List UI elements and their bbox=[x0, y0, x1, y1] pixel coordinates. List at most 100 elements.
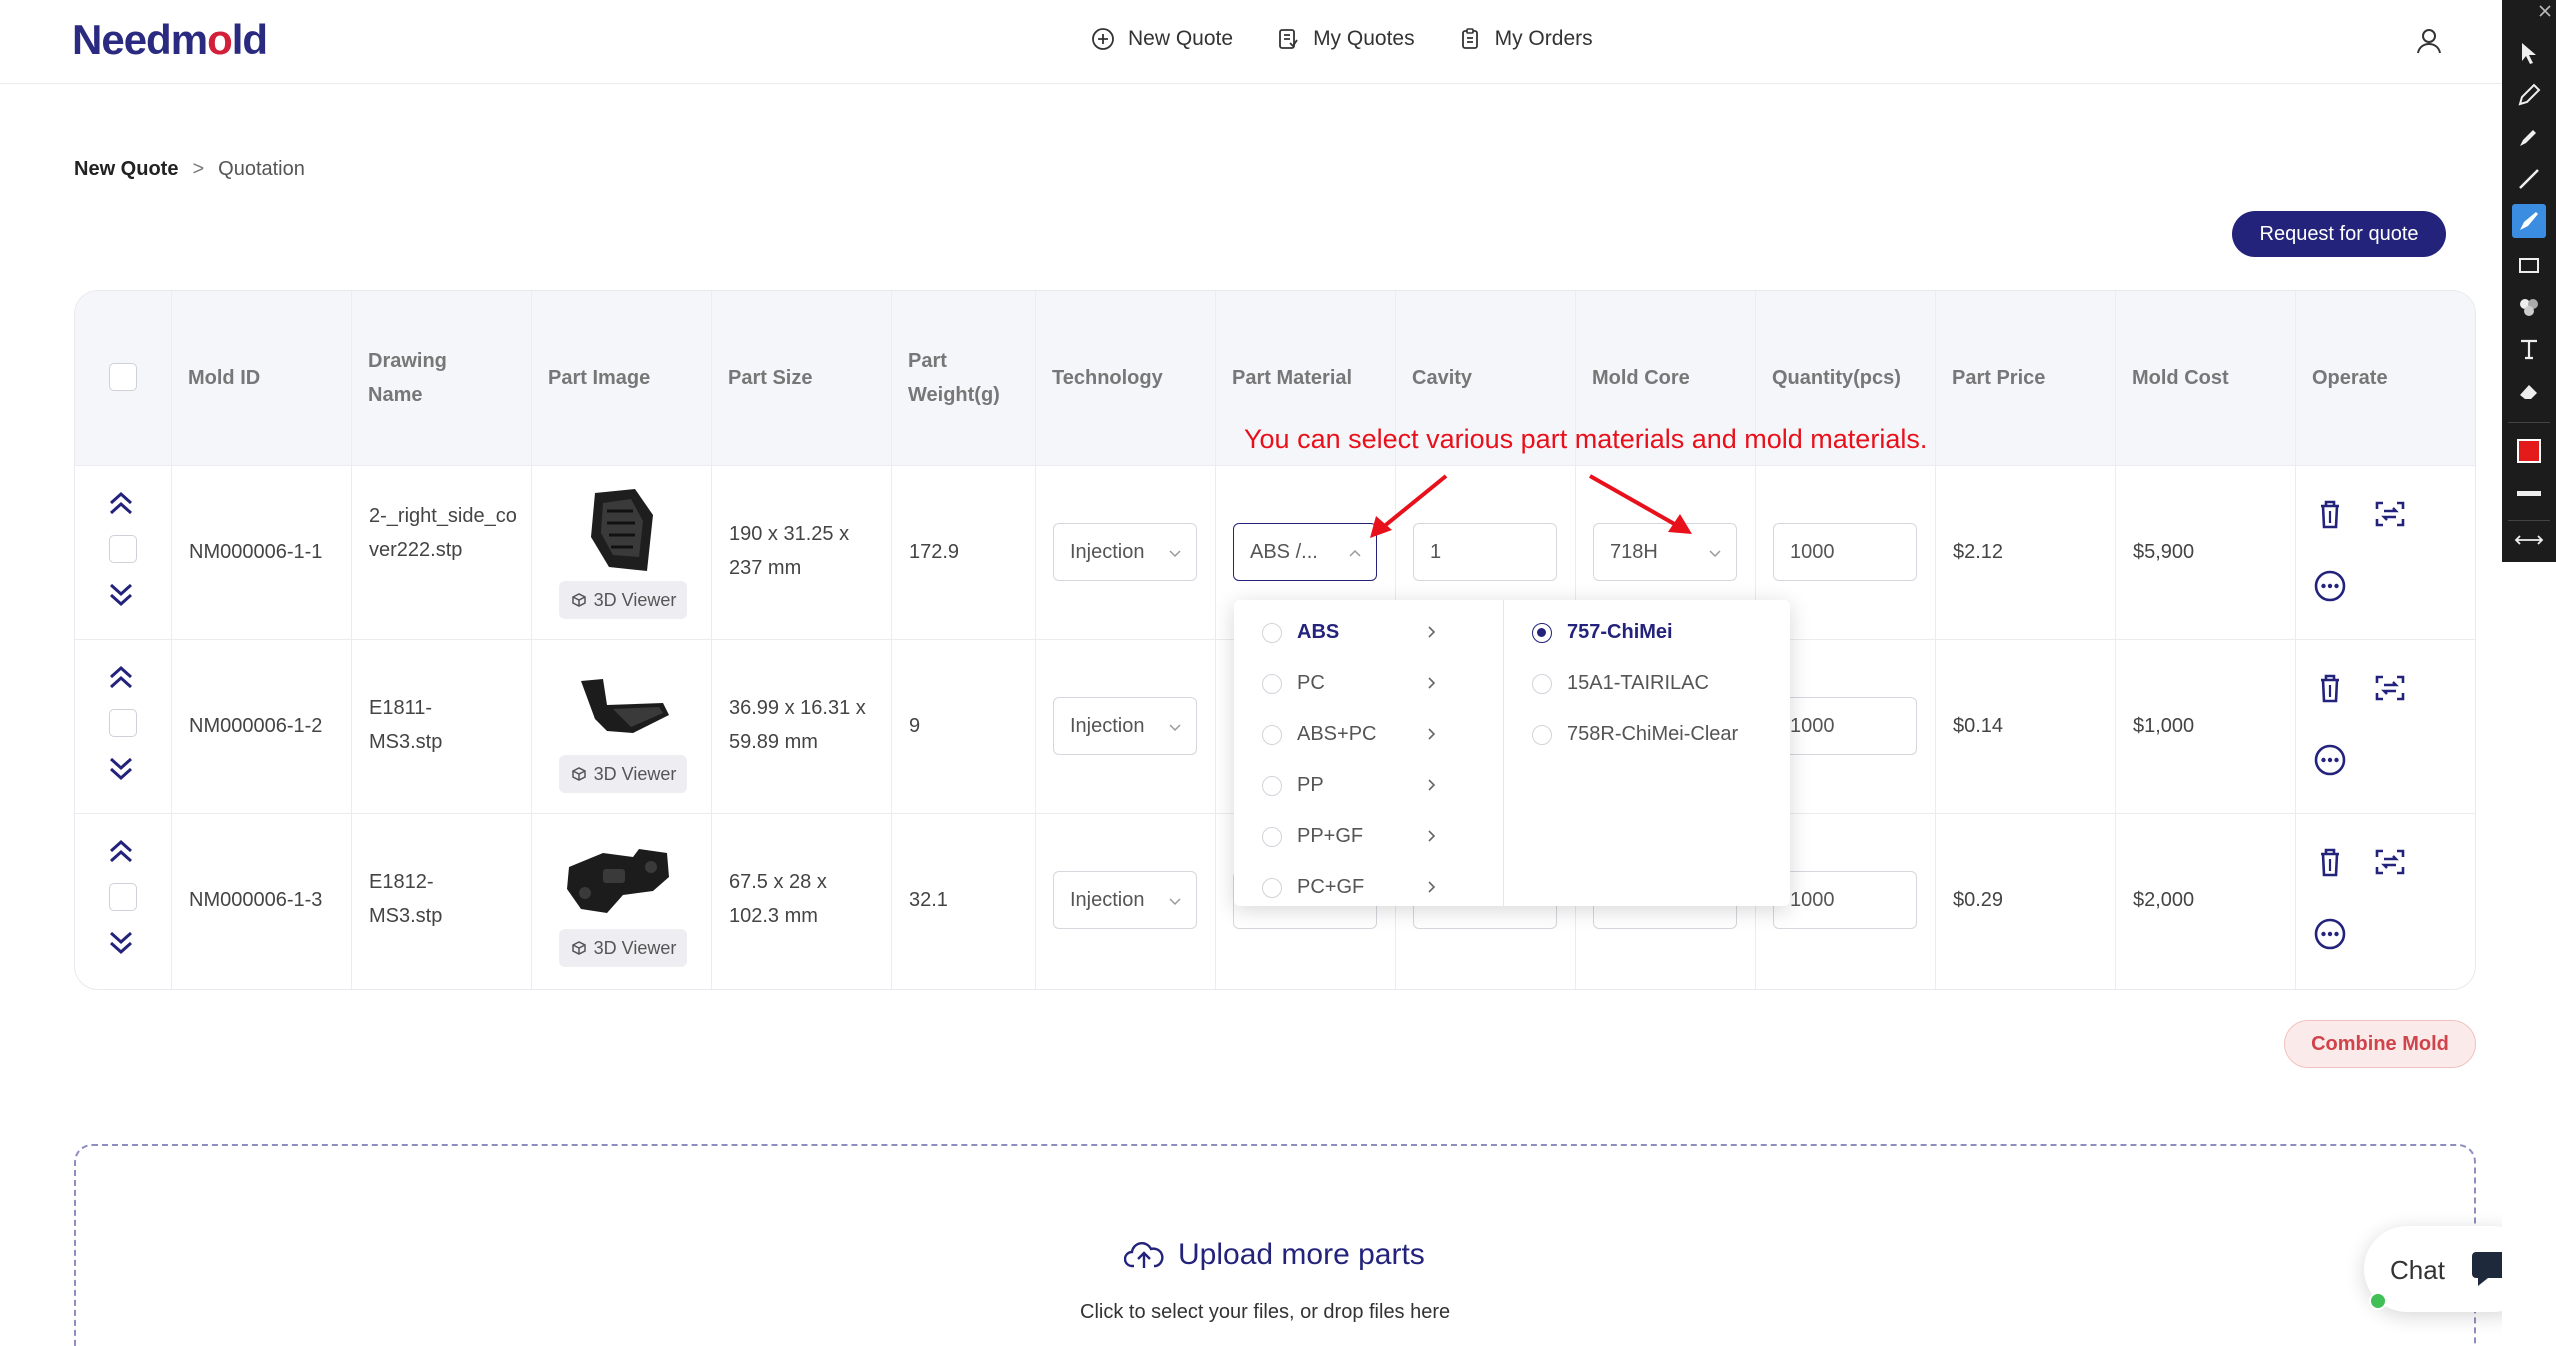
technology-select[interactable]: Injection bbox=[1053, 523, 1197, 581]
nav-my-orders[interactable]: My Orders bbox=[1457, 26, 1593, 52]
header-part-price: Part Price bbox=[1952, 367, 2046, 389]
material-option-abs-pc[interactable]: ABS+PC bbox=[1234, 709, 1503, 760]
technology-value: Injection bbox=[1070, 888, 1145, 911]
mold-cost: $5,900 bbox=[2133, 541, 2195, 563]
quantity-input[interactable]: 1000 bbox=[1773, 697, 1917, 755]
stroke-width[interactable] bbox=[2512, 476, 2546, 510]
3d-viewer-button[interactable]: 3D Viewer bbox=[559, 929, 687, 967]
delete-icon[interactable] bbox=[2313, 845, 2347, 879]
part-weight: 172.9 bbox=[909, 541, 960, 563]
chat-label[interactable]: Chat bbox=[2390, 1255, 2445, 1286]
grade-label: 758R-ChiMei-Clear bbox=[1567, 723, 1739, 745]
eraser-tool[interactable] bbox=[2512, 374, 2546, 408]
part-size: 190 x 31.25 x 237 mm bbox=[729, 523, 850, 579]
header-drawing-name: Drawing Name bbox=[368, 350, 447, 406]
move-up-icon[interactable] bbox=[105, 661, 137, 691]
3d-viewer-button[interactable]: 3D Viewer bbox=[559, 755, 687, 793]
move-toolbar-handle[interactable] bbox=[2512, 526, 2546, 554]
3d-viewer-label: 3D Viewer bbox=[593, 937, 677, 958]
material-label: PP+GF bbox=[1297, 825, 1364, 847]
drawing-name: 2-_right_side_cover222.stp bbox=[369, 505, 517, 561]
material-option-abs[interactable]: ABS bbox=[1234, 607, 1503, 658]
cube-icon bbox=[571, 767, 586, 781]
more-icon[interactable] bbox=[2313, 569, 2347, 603]
part-material-select[interactable]: ABS /... bbox=[1233, 523, 1377, 581]
technology-select[interactable]: Injection bbox=[1053, 697, 1197, 755]
select-all-checkbox[interactable] bbox=[109, 363, 137, 391]
delete-icon[interactable] bbox=[2313, 671, 2347, 705]
row-checkbox[interactable] bbox=[109, 535, 137, 563]
blur-tool[interactable] bbox=[2512, 290, 2546, 324]
move-up-icon[interactable] bbox=[105, 487, 137, 517]
stroke-swatch bbox=[2517, 490, 2541, 496]
header-part-weight: Part Weight(g) bbox=[908, 350, 1000, 406]
breadcrumb-root[interactable]: New Quote bbox=[74, 158, 178, 181]
row-checkbox[interactable] bbox=[109, 883, 137, 911]
nav-label: My Orders bbox=[1494, 27, 1593, 50]
part-image bbox=[581, 679, 669, 733]
nav-new-quote[interactable]: New Quote bbox=[1090, 26, 1233, 52]
chevron-right-icon bbox=[1428, 626, 1436, 638]
radio bbox=[1262, 877, 1282, 898]
more-icon[interactable] bbox=[2313, 743, 2347, 777]
brush-tool[interactable] bbox=[2512, 204, 2546, 238]
marker-tool[interactable] bbox=[2512, 120, 2546, 154]
3d-viewer-button[interactable]: 3D Viewer bbox=[559, 581, 687, 619]
move-down-icon[interactable] bbox=[105, 755, 137, 785]
material-option-pp-gf[interactable]: PP+GF bbox=[1234, 811, 1503, 862]
material-option-pc[interactable]: PC bbox=[1234, 658, 1503, 709]
material-option-pc-gf[interactable]: PC+GF bbox=[1234, 862, 1503, 906]
online-status-dot bbox=[2369, 1292, 2387, 1310]
move-up-icon[interactable] bbox=[105, 835, 137, 865]
line-tool[interactable] bbox=[2512, 162, 2546, 196]
cursor-tool[interactable] bbox=[2512, 36, 2546, 70]
annotation-text: You can select various part materials an… bbox=[1244, 424, 1928, 454]
material-dropdown: ABS PC ABS+PC PP PP+GF PC+GF 757-ChiMei … bbox=[1234, 600, 1790, 906]
nav-my-quotes[interactable]: My Quotes bbox=[1275, 26, 1415, 52]
user-icon[interactable] bbox=[2414, 26, 2444, 56]
logo[interactable]: Needmold bbox=[72, 16, 268, 64]
technology-select[interactable]: Injection bbox=[1053, 871, 1197, 929]
mold-id: NM000006-1-1 bbox=[189, 541, 323, 563]
combine-mold-button[interactable]: Combine Mold bbox=[2284, 1020, 2476, 1068]
text-tool[interactable] bbox=[2512, 332, 2546, 366]
replace-icon[interactable] bbox=[2373, 497, 2407, 531]
more-icon[interactable] bbox=[2313, 917, 2347, 951]
quantity-input[interactable]: 1000 bbox=[1773, 871, 1917, 929]
material-label: PC bbox=[1297, 672, 1325, 694]
technology-value: Injection bbox=[1070, 540, 1145, 563]
drawing-name: E1812-MS3.stp bbox=[369, 871, 443, 927]
close-icon[interactable] bbox=[2538, 4, 2552, 18]
material-option-pp[interactable]: PP bbox=[1234, 760, 1503, 811]
pencil-tool[interactable] bbox=[2512, 78, 2546, 112]
radio-selected bbox=[1532, 622, 1552, 643]
replace-icon[interactable] bbox=[2373, 845, 2407, 879]
cube-icon bbox=[571, 593, 586, 607]
grade-label: 757-ChiMei bbox=[1567, 621, 1673, 643]
header-technology: Technology bbox=[1052, 367, 1163, 389]
row-checkbox[interactable] bbox=[109, 709, 137, 737]
replace-icon[interactable] bbox=[2373, 671, 2407, 705]
grade-option[interactable]: 758R-ChiMei-Clear bbox=[1504, 709, 1790, 760]
chevron-down-icon bbox=[1169, 550, 1181, 558]
line-icon bbox=[2519, 169, 2539, 189]
grade-list: 757-ChiMei 15A1-TAIRILAC 758R-ChiMei-Cle… bbox=[1504, 600, 1790, 906]
move-down-icon[interactable] bbox=[105, 929, 137, 959]
grade-option[interactable]: 757-ChiMei bbox=[1504, 607, 1790, 658]
material-label: ABS bbox=[1297, 621, 1340, 643]
move-down-icon[interactable] bbox=[105, 581, 137, 611]
rectangle-tool[interactable] bbox=[2512, 248, 2546, 282]
grade-option[interactable]: 15A1-TAIRILAC bbox=[1504, 658, 1790, 709]
request-quote-button[interactable]: Request for quote bbox=[2232, 211, 2446, 257]
drawing-name: E1811-MS3.stp bbox=[369, 697, 443, 753]
cloud-upload-icon bbox=[1124, 1242, 1164, 1268]
color-picker[interactable] bbox=[2512, 434, 2546, 468]
header-operate: Operate bbox=[2312, 367, 2388, 389]
quantity-input[interactable]: 1000 bbox=[1773, 523, 1917, 581]
upload-title[interactable]: Upload more parts bbox=[1124, 1238, 1425, 1272]
delete-icon[interactable] bbox=[2313, 497, 2347, 531]
material-label: PC+GF bbox=[1297, 876, 1365, 898]
quotes-icon bbox=[1275, 26, 1301, 52]
pencil-icon bbox=[2518, 83, 2541, 106]
chat-bubble-icon[interactable] bbox=[2470, 1248, 2502, 1288]
